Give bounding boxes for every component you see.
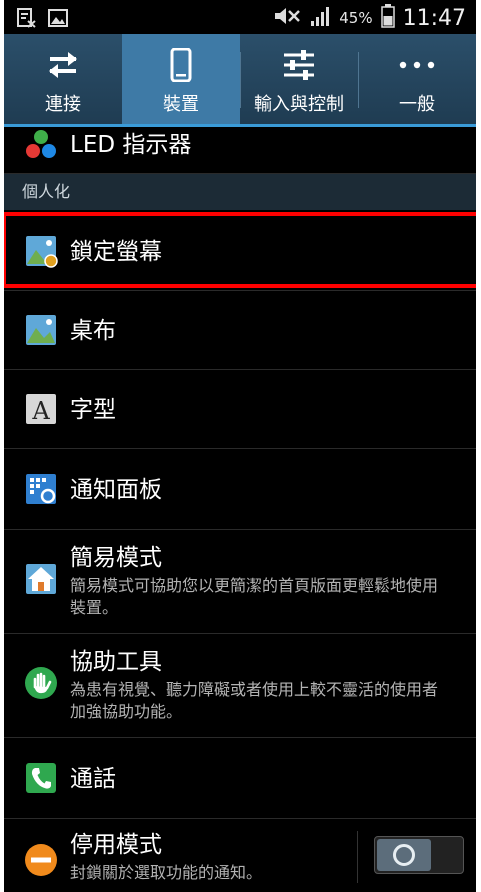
list-item-notification-panel[interactable]: 通知面板 xyxy=(4,449,476,530)
block-icon xyxy=(24,843,58,877)
battery-icon xyxy=(380,4,395,32)
tab-label: 一般 xyxy=(399,94,435,115)
clock: 11:47 xyxy=(402,5,466,31)
list-item-font[interactable]: A 字型 xyxy=(4,370,476,449)
list-item-title: 鎖定螢幕 xyxy=(70,239,162,265)
mute-icon xyxy=(273,5,301,31)
list-item-title: 桌布 xyxy=(70,318,116,344)
list-item-accessibility[interactable]: 協助工具 為患有視覺、聽力障礙或者使用上較不靈活的使用者加強協助功能。 xyxy=(4,634,476,738)
list-item-title: 通話 xyxy=(70,766,116,792)
list-item-subtitle: 為患有視覺、聽力障礙或者使用上較不靈活的使用者加強協助功能。 xyxy=(70,680,439,721)
notification-panel-icon xyxy=(24,472,58,506)
tab-label: 裝置 xyxy=(163,94,199,115)
font-icon: A xyxy=(24,392,58,426)
phone-call-icon xyxy=(24,761,58,795)
phone-icon xyxy=(170,48,192,82)
section-header-personalization: 個人化 xyxy=(4,174,476,210)
list-item-title: 協助工具 xyxy=(70,649,162,675)
hand-icon xyxy=(24,666,58,700)
list-item-led-indicator[interactable]: LED 指示器 xyxy=(4,127,476,174)
sliders-icon xyxy=(281,48,317,82)
list-item-title: 停用模式 xyxy=(70,832,162,858)
tab-input-control[interactable]: 輸入與控制 xyxy=(240,34,358,124)
tab-general[interactable]: 一般 xyxy=(358,34,476,124)
swap-arrows-icon xyxy=(46,48,80,82)
list-item-call[interactable]: 通話 xyxy=(4,738,476,819)
wallpaper-icon xyxy=(24,313,58,347)
settings-tab-bar: 連接 裝置 輸入與控制 一般 xyxy=(4,34,476,127)
toggle-off-icon xyxy=(393,844,415,866)
status-bar: 45% 11:47 xyxy=(4,0,476,34)
list-item-lock-screen[interactable]: 鎖定螢幕 xyxy=(4,212,476,291)
lock-screen-icon xyxy=(24,234,58,268)
tab-label: 連接 xyxy=(45,94,81,115)
home-icon xyxy=(24,562,58,596)
image-notification-icon xyxy=(48,9,68,31)
tab-label: 輸入與控制 xyxy=(254,94,344,115)
signal-icon xyxy=(309,5,331,31)
list-item-subtitle: 簡易模式可協助您以更簡潔的首頁版面更輕鬆地使用裝置。 xyxy=(70,576,439,617)
blocking-mode-toggle[interactable] xyxy=(374,836,464,874)
tab-device[interactable]: 裝置 xyxy=(122,34,240,124)
list-item-easy-mode[interactable]: 簡易模式 簡易模式可協助您以更簡潔的首頁版面更輕鬆地使用裝置。 xyxy=(4,530,476,634)
list-item-title: 簡易模式 xyxy=(70,545,162,571)
svg-text:A: A xyxy=(31,397,50,425)
tab-connections[interactable]: 連接 xyxy=(4,34,122,124)
list-item-blocking-mode[interactable]: 停用模式 封鎖關於選取功能的通知。 xyxy=(4,819,476,892)
toggle-knob xyxy=(377,839,431,871)
list-item-wallpaper[interactable]: 桌布 xyxy=(4,291,476,370)
led-indicator-icon xyxy=(24,129,58,163)
battery-percent: 45% xyxy=(339,9,373,27)
document-notification-icon xyxy=(16,8,36,32)
list-item-title: 字型 xyxy=(70,397,116,423)
divider xyxy=(357,831,358,883)
phone-screen: 45% 11:47 連接 裝置 輸入與控制 一般 LED 指示器 個人化 鎖定螢… xyxy=(4,0,476,892)
list-item-title: LED 指示器 xyxy=(70,132,192,158)
list-item-title: 通知面板 xyxy=(70,477,162,503)
more-dots-icon xyxy=(397,48,437,82)
